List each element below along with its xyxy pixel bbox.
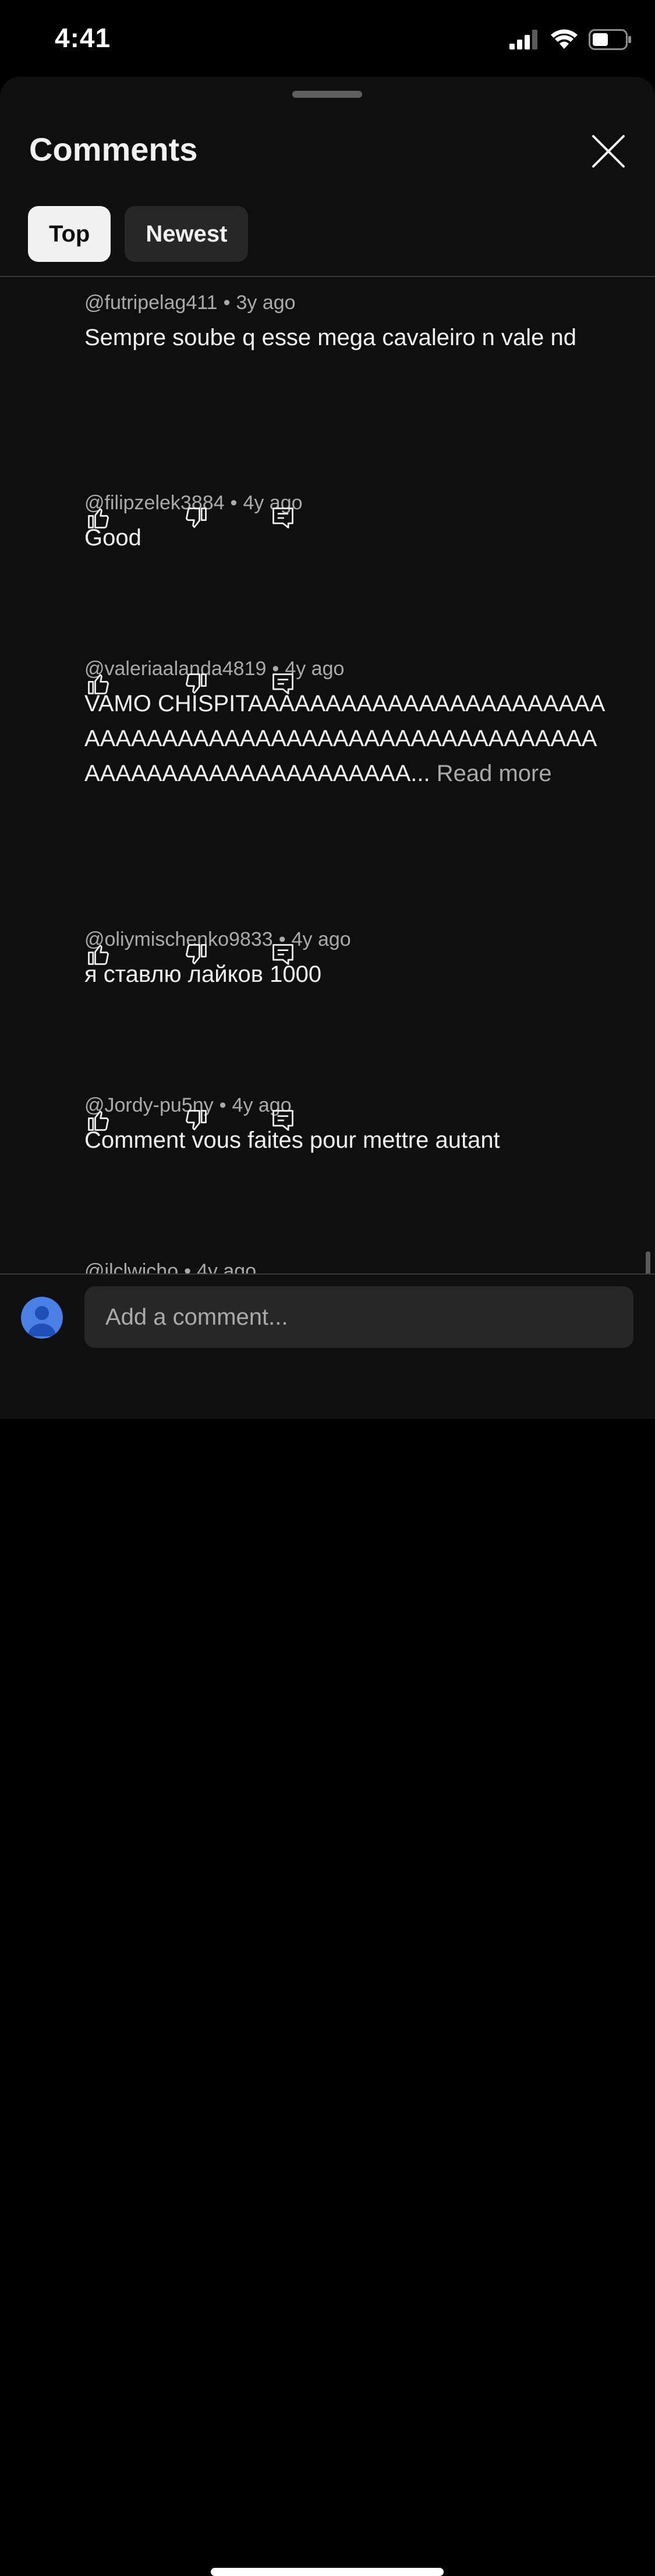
comment-actions (0, 671, 655, 704)
dislike-button[interactable] (182, 671, 210, 699)
reply-icon (270, 1108, 296, 1136)
reply-button[interactable] (269, 1108, 297, 1136)
comment-item: @futripelag411 • 3y ago Sempre soube q ess… (84, 289, 608, 355)
comment-actions (0, 942, 655, 974)
cellular-signal-icon (509, 29, 540, 52)
tab-newest[interactable]: Newest (125, 206, 249, 262)
reply-icon (270, 505, 296, 534)
comments-sheet: Comments Top Newest @futripelag411 • 3y ag… (0, 77, 655, 1418)
comment-age: 4y ago (197, 1260, 257, 1275)
sheet-title: Comments (29, 131, 198, 168)
sheet-grabber[interactable] (292, 91, 362, 98)
thumbs-down-icon (183, 671, 209, 700)
user-avatar-icon[interactable] (21, 1297, 63, 1339)
reply-button[interactable] (269, 671, 297, 699)
thumbs-down-icon (183, 942, 209, 970)
comments-list[interactable]: @futripelag411 • 3y ago Sempre soube q ess… (0, 277, 655, 1275)
comment-author[interactable]: @futripelag411 (84, 292, 218, 314)
status-bar: 4:41 (0, 0, 655, 77)
reply-icon (270, 942, 296, 970)
reply-icon (270, 671, 296, 700)
like-button[interactable] (84, 1108, 112, 1136)
comment-actions (0, 1108, 655, 1140)
wifi-icon (550, 29, 578, 53)
like-button[interactable] (84, 671, 112, 699)
like-button[interactable] (84, 942, 112, 970)
comment-composer (0, 1273, 655, 2576)
thumbs-up-icon (86, 671, 111, 700)
sort-tabs: Top Newest (28, 206, 249, 262)
close-icon (591, 134, 626, 172)
reply-button[interactable] (269, 942, 297, 970)
thumbs-down-icon (183, 505, 209, 534)
tab-top[interactable]: Top (28, 206, 111, 262)
comment-meta: @futripelag411 • 3y ago (84, 292, 296, 314)
status-time: 4:41 (55, 23, 111, 53)
comment-text: Sempre soube q esse mega cavaleiro n val… (84, 325, 576, 350)
thumbs-down-icon (183, 1108, 209, 1136)
reply-button[interactable] (269, 505, 297, 533)
read-more-link[interactable]: Read more (437, 761, 552, 786)
comment-age: 3y ago (236, 292, 296, 314)
comment-actions (0, 505, 655, 538)
close-button[interactable] (585, 129, 632, 176)
comment-author[interactable]: @ilclwicho (84, 1260, 178, 1275)
thumbs-up-icon (86, 1108, 111, 1136)
home-indicator (211, 2568, 444, 2576)
comment-item: @ilclwicho • 4y ago (84, 1257, 608, 1275)
like-button[interactable] (84, 505, 112, 533)
status-icons (509, 28, 632, 54)
thumbs-up-icon (86, 505, 111, 534)
add-comment-input[interactable] (84, 1286, 633, 1348)
comment-meta: @ilclwicho • 4y ago (84, 1257, 608, 1275)
dislike-button[interactable] (182, 942, 210, 970)
dislike-button[interactable] (182, 505, 210, 533)
thumbs-up-icon (86, 942, 111, 970)
dislike-button[interactable] (182, 1108, 210, 1136)
battery-icon (589, 29, 632, 53)
